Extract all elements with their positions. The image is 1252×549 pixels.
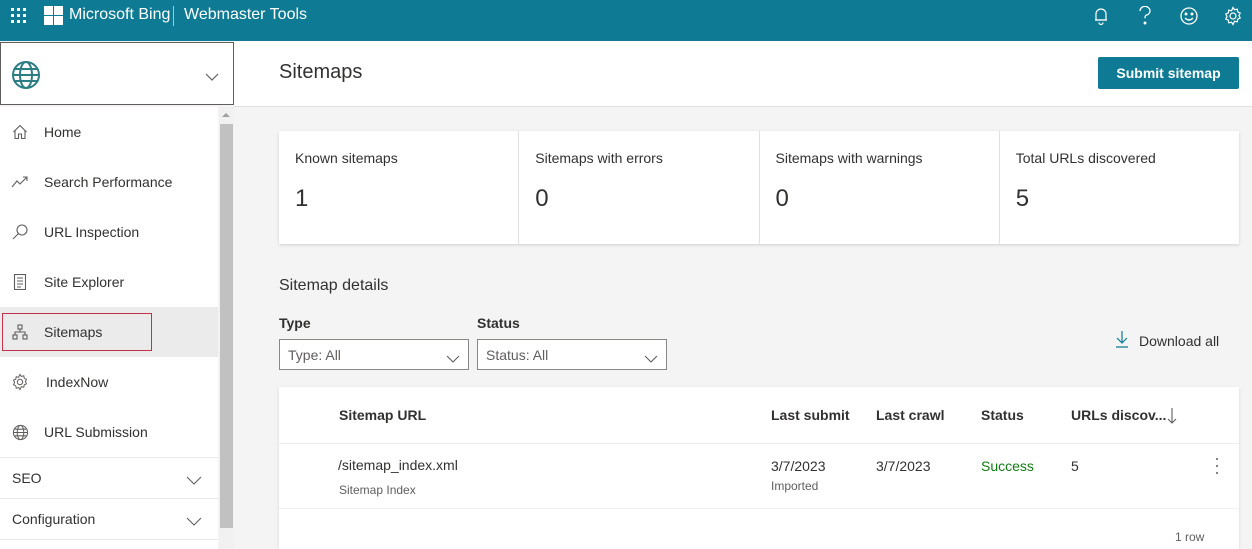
sidebar-group-seo[interactable]: SEO xyxy=(0,457,218,498)
stat-label: Known sitemaps xyxy=(295,150,398,166)
sort-descending-arrow-icon[interactable] xyxy=(1167,407,1177,429)
globe-icon xyxy=(11,60,41,95)
top-bar: Microsoft Bing Webmaster Tools xyxy=(0,0,1252,41)
chevron-down-icon xyxy=(446,350,460,368)
download-icon xyxy=(1115,330,1129,353)
scrollbar-thumb[interactable] xyxy=(220,124,233,528)
sidebar-item-sitemaps[interactable]: Sitemaps xyxy=(0,307,218,357)
help-icon[interactable] xyxy=(1133,4,1157,28)
scroll-up-arrow-icon[interactable] xyxy=(222,113,230,117)
stat-value: 0 xyxy=(535,185,549,212)
last-crawl: 3/7/2023 xyxy=(876,458,931,474)
sidebar-item-search-performance[interactable]: Search Performance xyxy=(0,157,218,207)
sidebar-divider xyxy=(0,539,218,549)
urls-discovered: 5 xyxy=(1071,458,1079,474)
sidebar-item-label: Search Performance xyxy=(44,174,173,190)
stat-sitemaps-with-errors: Sitemaps with errors 0 xyxy=(519,131,760,244)
chevron-down-icon xyxy=(205,68,219,86)
sitemap-type: Sitemap Index xyxy=(339,483,416,497)
stat-total-urls-discovered: Total URLs discovered 5 xyxy=(1000,131,1239,244)
table-row[interactable]: /sitemap_index.xml Sitemap Index 3/7/202… xyxy=(279,444,1239,509)
brand-divider xyxy=(173,6,174,26)
sidebar-item-indexnow[interactable]: IndexNow xyxy=(0,357,218,407)
sitemaps-table: Sitemap URL Last submit Last crawl Statu… xyxy=(279,387,1239,549)
status-filter-label: Status xyxy=(477,315,520,331)
type-filter-label: Type xyxy=(279,315,311,331)
document-list-icon xyxy=(11,273,29,291)
microsoft-logo-icon xyxy=(44,6,63,25)
trend-chart-icon xyxy=(11,173,29,191)
stat-value: 5 xyxy=(1015,185,1030,212)
globe-icon xyxy=(11,423,29,441)
sidebar-item-site-explorer[interactable]: Site Explorer xyxy=(0,257,218,307)
section-title: Sitemap details xyxy=(279,277,389,294)
sidebar-group-configuration[interactable]: Configuration xyxy=(0,498,218,539)
home-icon xyxy=(11,123,29,141)
app-launcher-waffle-icon[interactable] xyxy=(11,8,29,26)
column-header-last-submit[interactable]: Last submit xyxy=(771,407,850,423)
gear-icon xyxy=(11,373,29,391)
sidebar-item-label: IndexNow xyxy=(46,374,109,390)
sidebar-nav: Home Search Performance URL Inspection S… xyxy=(0,107,218,549)
download-all-label: Download all xyxy=(1139,333,1220,349)
type-filter-value: Type: All xyxy=(288,347,341,363)
sidebar-group-label: SEO xyxy=(12,470,42,486)
stat-value: 1 xyxy=(295,185,309,212)
more-options-icon[interactable] xyxy=(1209,456,1225,476)
stat-label: Total URLs discovered xyxy=(1015,150,1156,166)
column-header-status[interactable]: Status xyxy=(981,407,1024,423)
product-name[interactable]: Webmaster Tools xyxy=(184,6,307,24)
stats-cards: Known sitemaps 1 Sitemaps with errors 0 … xyxy=(279,131,1239,244)
sitemap-url[interactable]: /sitemap_index.xml xyxy=(338,457,458,473)
status-filter-value: Status: All xyxy=(486,347,549,363)
sidebar-item-url-submission[interactable]: URL Submission xyxy=(0,407,218,457)
site-selector-dropdown[interactable] xyxy=(0,42,234,105)
sidebar-item-label: Sitemaps xyxy=(44,324,103,340)
feedback-smiley-icon[interactable] xyxy=(1177,4,1201,28)
sidebar-group-label: Configuration xyxy=(12,511,96,527)
bell-icon[interactable] xyxy=(1089,4,1113,28)
brand-name[interactable]: Microsoft Bing xyxy=(69,6,170,24)
chevron-down-icon xyxy=(186,513,202,531)
submit-source: Imported xyxy=(771,479,819,493)
last-submit: 3/7/2023 xyxy=(771,458,826,474)
chevron-down-icon xyxy=(186,472,202,490)
sidebar-item-label: URL Inspection xyxy=(44,224,140,240)
chevron-down-icon xyxy=(644,350,658,368)
sidebar-scrollbar[interactable] xyxy=(219,107,234,549)
stat-label: Sitemaps with warnings xyxy=(775,150,923,166)
sidebar-item-home[interactable]: Home xyxy=(0,107,218,157)
stat-label: Sitemaps with errors xyxy=(535,150,663,166)
stat-sitemaps-with-warnings: Sitemaps with warnings 0 xyxy=(760,131,1000,244)
stat-value: 0 xyxy=(775,185,789,212)
column-header-urls-discovered[interactable]: URLs discov... xyxy=(1071,407,1166,423)
row-count: 1 row xyxy=(1175,530,1205,544)
stat-known-sitemaps: Known sitemaps 1 xyxy=(279,131,520,244)
search-icon xyxy=(11,223,29,241)
type-filter-dropdown[interactable]: Type: All xyxy=(279,339,469,370)
column-header-sitemap-url[interactable]: Sitemap URL xyxy=(339,407,426,423)
column-header-last-crawl[interactable]: Last crawl xyxy=(876,407,944,423)
sidebar-item-url-inspection[interactable]: URL Inspection xyxy=(0,207,218,257)
status-badge: Success xyxy=(981,458,1034,474)
sidebar-item-label: Site Explorer xyxy=(44,274,125,290)
settings-gear-icon[interactable] xyxy=(1221,4,1245,28)
sidebar-item-label: Home xyxy=(44,124,82,140)
submit-sitemap-button[interactable]: Submit sitemap xyxy=(1098,57,1239,89)
sidebar-item-label: URL Submission xyxy=(44,424,148,440)
page-title: Sitemaps xyxy=(279,61,363,83)
sitemap-icon xyxy=(11,323,29,341)
page-header: Sitemaps Submit sitemap xyxy=(234,41,1252,107)
download-all-button[interactable]: Download all xyxy=(1115,330,1220,353)
status-filter-dropdown[interactable]: Status: All xyxy=(477,339,667,370)
